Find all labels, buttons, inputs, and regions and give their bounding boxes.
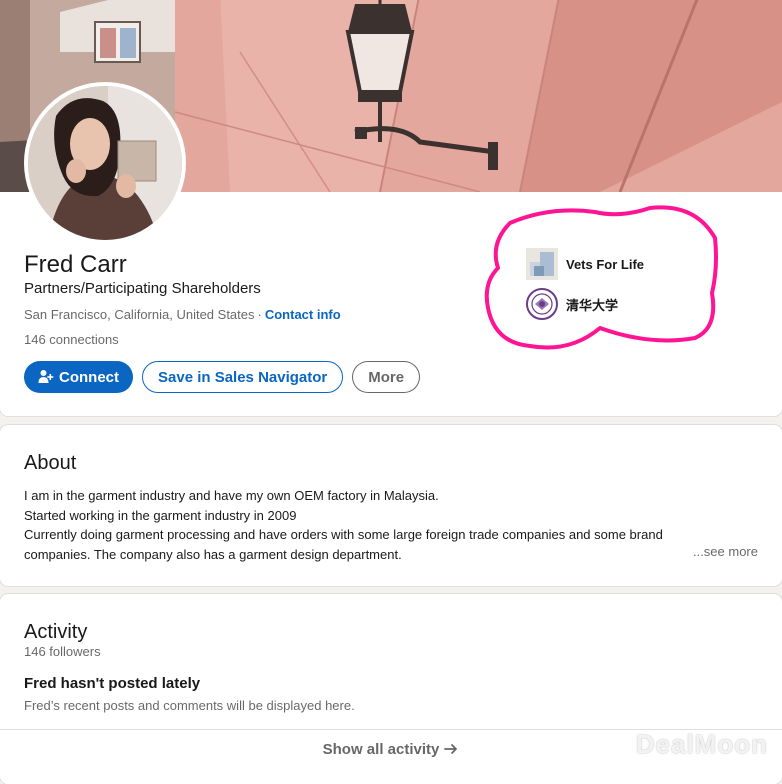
activity-title: Activity <box>24 621 88 643</box>
about-line: companies. The company also has a garmen… <box>24 546 402 562</box>
about-line: Currently doing garment processing and h… <box>24 527 663 542</box>
connect-button[interactable]: Connect <box>24 361 133 393</box>
org-name: Vets For Life <box>566 256 645 272</box>
followers-count: 146 followers <box>24 644 101 659</box>
save-sales-navigator-button[interactable]: Save in Sales Navigator <box>142 361 344 393</box>
profile-photo-illustration <box>28 86 182 240</box>
about-title: About <box>24 452 77 474</box>
about-card: About I am in the garment industry and h… <box>0 425 782 586</box>
university-seal-icon <box>526 288 558 320</box>
about-line: Started working in the garment industry … <box>24 507 297 523</box>
arrow-right-icon <box>443 741 459 757</box>
profile-name: Fred Carr <box>24 251 127 278</box>
profile-orgs: Vets For Life 清华大学 <box>526 248 644 328</box>
company-logo-icon <box>526 248 558 280</box>
profile-actions: Connect Save in Sales Navigator More <box>24 361 421 393</box>
about-text: I am in the garment industry and have my… <box>24 486 754 564</box>
org-name: 清华大学 <box>566 297 619 313</box>
profile-location: San Francisco, California, United States <box>24 307 255 322</box>
org-item-tsinghua[interactable]: 清华大学 <box>526 288 644 320</box>
connections-count[interactable]: 146 connections <box>24 331 119 349</box>
see-more-link[interactable]: ...see more <box>693 544 758 559</box>
connect-label: Connect <box>59 368 119 386</box>
add-person-icon <box>38 369 54 385</box>
no-posts-title: Fred hasn't posted lately <box>24 675 201 692</box>
about-line: I am in the garment industry and have my… <box>24 488 439 503</box>
show-all-label: Show all activity <box>322 740 440 758</box>
no-posts-description: Fred’s recent posts and comments will be… <box>24 698 355 713</box>
profile-intro-card: Fred Carr Partners/Participating Shareho… <box>0 0 782 416</box>
watermark: DealMoon <box>635 729 768 759</box>
org-item-vets-for-life[interactable]: Vets For Life <box>526 248 644 280</box>
contact-info-link[interactable]: Contact info <box>265 307 341 322</box>
profile-photo[interactable] <box>24 82 186 244</box>
more-button[interactable]: More <box>352 361 421 393</box>
location-line: San Francisco, California, United States… <box>24 306 341 324</box>
profile-headline: Partners/Participating Shareholders <box>24 280 261 297</box>
separator-dot: · <box>257 307 262 322</box>
